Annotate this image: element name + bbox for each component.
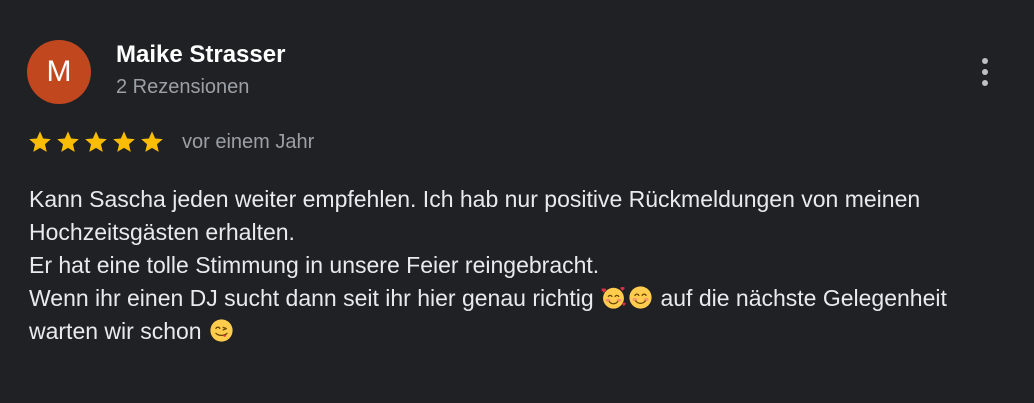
more-options-button[interactable] xyxy=(970,52,1000,92)
star-icon xyxy=(141,131,163,152)
face-savoring-food-icon xyxy=(210,319,233,342)
review-card: M Maike Strasser 2 Rezensionen vor einem… xyxy=(0,0,1034,403)
smiling-face-icon xyxy=(629,286,652,309)
review-paragraph: Wenn ihr einen DJ sucht dann seit ihr hi… xyxy=(29,282,989,348)
smiling-face-with-hearts-icon xyxy=(601,287,626,309)
review-text: Kann Sascha jeden weiter empfehlen. Ich … xyxy=(29,183,989,348)
review-text-segment: Wenn ihr einen DJ sucht dann seit ihr hi… xyxy=(29,285,594,311)
more-vert-icon-dot xyxy=(982,69,988,75)
star-icon xyxy=(57,131,79,152)
more-vert-icon-dot xyxy=(982,80,988,86)
author-review-count[interactable]: 2 Rezensionen xyxy=(116,76,249,99)
more-vert-icon xyxy=(982,58,988,64)
star-rating xyxy=(27,129,165,155)
review-date: vor einem Jahr xyxy=(182,130,315,153)
avatar[interactable]: M xyxy=(27,40,91,104)
review-paragraph: Er hat eine tolle Stimmung in unsere Fei… xyxy=(29,252,600,278)
avatar-initial: M xyxy=(46,55,72,88)
rating-row: vor einem Jahr xyxy=(27,127,314,157)
star-icon xyxy=(29,131,51,152)
star-icon xyxy=(85,131,107,152)
review-paragraph: Kann Sascha jeden weiter empfehlen. Ich … xyxy=(29,186,921,245)
star-icon xyxy=(113,131,135,152)
author-name[interactable]: Maike Strasser xyxy=(116,41,285,69)
